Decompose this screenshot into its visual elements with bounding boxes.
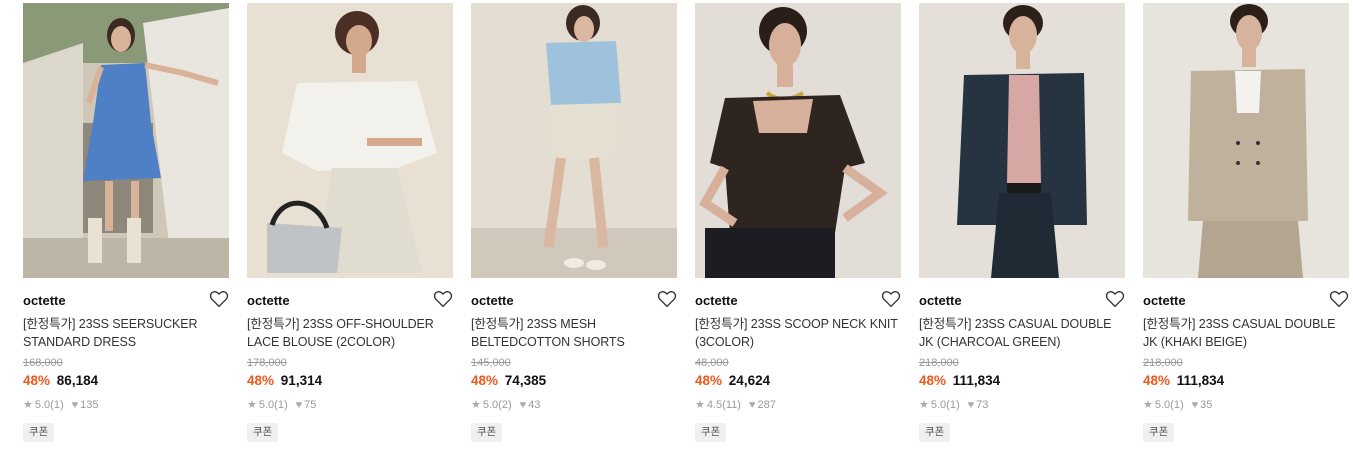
brand-name[interactable]: octette <box>471 293 677 309</box>
heart-outline-icon[interactable] <box>881 290 901 308</box>
price-row: 48% 111,834 <box>919 372 1125 390</box>
heart-filled-icon: ♥ <box>295 399 303 411</box>
heart-outline-icon[interactable] <box>1105 290 1125 308</box>
rating: 5.0 <box>930 399 947 411</box>
product-card[interactable]: octette [한정특가] 23SS CASUAL DOUBLE JK (CH… <box>919 3 1125 442</box>
star-icon: ★ <box>247 399 257 411</box>
rating: 5.0 <box>258 399 275 411</box>
rating: 5.0 <box>1154 399 1171 411</box>
coupon-badge: 쿠폰 <box>247 423 279 442</box>
original-price: 218,000 <box>1143 357 1183 369</box>
brand-name[interactable]: octette <box>695 293 901 309</box>
star-icon: ★ <box>919 399 929 411</box>
product-stats: ★ 4.5 (11) ♥ 287 <box>695 398 901 412</box>
product-stats: ★ 5.0 (1) ♥ 35 <box>1143 398 1349 412</box>
product-card[interactable]: octette [한정특가] 23SS OFF-SHOULDER LACE BL… <box>247 3 453 442</box>
heart-filled-icon: ♥ <box>748 399 756 411</box>
discount-rate: 48% <box>695 373 723 388</box>
like-count: 135 <box>80 399 99 411</box>
price-row: 48% 74,385 <box>471 372 677 390</box>
review-count: (11) <box>722 399 741 411</box>
price-row: 48% 111,834 <box>1143 372 1349 390</box>
discount-rate: 48% <box>23 373 51 388</box>
coupon-badge: 쿠폰 <box>23 423 55 442</box>
product-title[interactable]: [한정특가] 23SS CASUAL DOUBLE JK (CHARCOAL G… <box>919 315 1125 351</box>
original-price: 145,000 <box>471 357 511 369</box>
sale-price: 91,314 <box>280 373 323 388</box>
product-title[interactable]: [한정특가] 23SS SEERSUCKER STANDARD DRESS <box>23 315 229 351</box>
review-count: (1) <box>274 399 288 411</box>
product-stats: ★ 5.0 (1) ♥ 75 <box>247 398 453 412</box>
heart-outline-icon[interactable] <box>433 290 453 308</box>
product-stats: ★ 5.0 (1) ♥ 135 <box>23 398 229 412</box>
like-count: 43 <box>528 399 541 411</box>
price-row: 48% 24,624 <box>695 372 901 390</box>
review-count: (2) <box>498 399 512 411</box>
product-title[interactable]: [한정특가] 23SS MESH BELTEDCOTTON SHORTS (CR… <box>471 315 677 351</box>
review-count: (1) <box>1170 399 1184 411</box>
rating: 5.0 <box>34 399 51 411</box>
star-icon: ★ <box>23 399 33 411</box>
product-image[interactable] <box>23 3 229 278</box>
star-icon: ★ <box>471 399 481 411</box>
review-count: (1) <box>946 399 960 411</box>
rating: 5.0 <box>482 399 499 411</box>
like-count: 73 <box>976 399 989 411</box>
price-row: 48% 91,314 <box>247 372 453 390</box>
product-card[interactable]: octette [한정특가] 23SS MESH BELTEDCOTTON SH… <box>471 3 677 442</box>
like-count: 75 <box>304 399 317 411</box>
product-image[interactable] <box>247 3 453 278</box>
like-count: 287 <box>757 399 776 411</box>
original-price: 178,000 <box>247 357 287 369</box>
heart-filled-icon: ♥ <box>519 399 527 411</box>
heart-outline-icon[interactable] <box>1329 290 1349 308</box>
brand-name[interactable]: octette <box>919 293 1125 309</box>
heart-filled-icon: ♥ <box>1191 399 1199 411</box>
product-stats: ★ 5.0 (1) ♥ 73 <box>919 398 1125 412</box>
price-row: 48% 86,184 <box>23 372 229 390</box>
product-title[interactable]: [한정특가] 23SS OFF-SHOULDER LACE BLOUSE (2C… <box>247 315 453 351</box>
original-price: 168,000 <box>23 357 63 369</box>
product-image[interactable] <box>919 3 1125 278</box>
discount-rate: 48% <box>247 373 275 388</box>
product-title[interactable]: [한정특가] 23SS CASUAL DOUBLE JK (KHAKI BEIG… <box>1143 315 1349 351</box>
heart-filled-icon: ♥ <box>967 399 975 411</box>
product-image[interactable] <box>695 3 901 278</box>
like-count: 35 <box>1200 399 1213 411</box>
product-image[interactable] <box>471 3 677 278</box>
heart-outline-icon[interactable] <box>657 290 677 308</box>
discount-rate: 48% <box>1143 373 1171 388</box>
product-stats: ★ 5.0 (2) ♥ 43 <box>471 398 677 412</box>
original-price: 48,000 <box>695 357 729 369</box>
brand-name[interactable]: octette <box>247 293 453 309</box>
coupon-badge: 쿠폰 <box>1143 423 1175 442</box>
original-price: 218,000 <box>919 357 959 369</box>
sale-price: 111,834 <box>1176 373 1225 388</box>
brand-name[interactable]: octette <box>23 293 229 309</box>
heart-filled-icon: ♥ <box>71 399 79 411</box>
coupon-badge: 쿠폰 <box>919 423 951 442</box>
product-title[interactable]: [한정특가] 23SS SCOOP NECK KNIT (3COLOR) <box>695 315 901 351</box>
coupon-badge: 쿠폰 <box>471 423 503 442</box>
rating: 4.5 <box>706 399 723 411</box>
product-card[interactable]: octette [한정특가] 23SS SCOOP NECK KNIT (3CO… <box>695 3 901 442</box>
product-card[interactable]: octette [한정특가] 23SS CASUAL DOUBLE JK (KH… <box>1143 3 1349 442</box>
sale-price: 86,184 <box>56 373 99 388</box>
coupon-badge: 쿠폰 <box>695 423 727 442</box>
review-count: (1) <box>50 399 64 411</box>
discount-rate: 48% <box>919 373 947 388</box>
sale-price: 111,834 <box>952 373 1001 388</box>
sale-price: 24,624 <box>728 373 771 388</box>
heart-outline-icon[interactable] <box>209 290 229 308</box>
star-icon: ★ <box>1143 399 1153 411</box>
sale-price: 74,385 <box>504 373 547 388</box>
product-grid: octette [한정특가] 23SS SEERSUCKER STANDARD … <box>23 3 1349 442</box>
discount-rate: 48% <box>471 373 499 388</box>
brand-name[interactable]: octette <box>1143 293 1349 309</box>
product-image[interactable] <box>1143 3 1349 278</box>
product-card[interactable]: octette [한정특가] 23SS SEERSUCKER STANDARD … <box>23 3 229 442</box>
star-icon: ★ <box>695 399 705 411</box>
